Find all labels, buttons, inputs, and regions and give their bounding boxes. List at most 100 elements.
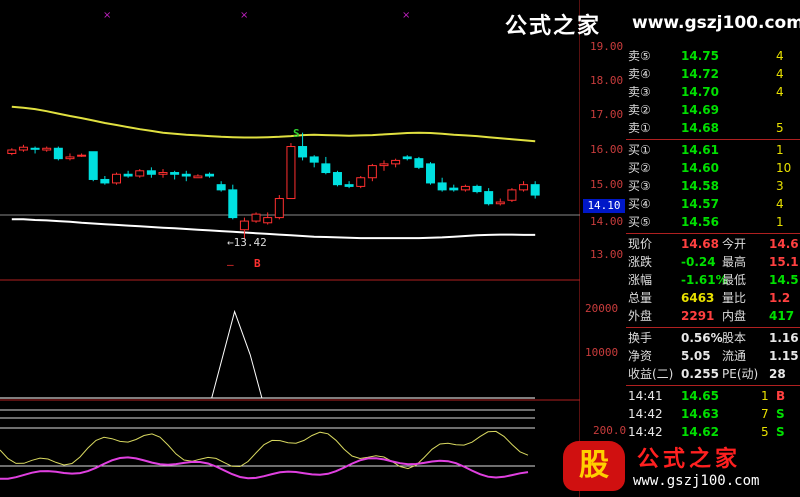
ma-lower-line bbox=[11, 218, 536, 240]
bid-volume: 1 bbox=[776, 143, 784, 157]
stats-value: 28 bbox=[769, 367, 786, 381]
price-axis-label: 14.00 bbox=[590, 215, 624, 228]
watermark-url: www.gszj100.com bbox=[633, 473, 760, 489]
volume-line bbox=[0, 309, 535, 399]
kline-chart[interactable]: × × × bbox=[0, 0, 580, 497]
candle-body bbox=[263, 217, 273, 224]
stats-value: 0.255 bbox=[681, 367, 719, 381]
tick-side: S bbox=[776, 407, 785, 421]
ask-label: 卖③ bbox=[628, 85, 651, 99]
candle-body bbox=[18, 146, 28, 151]
bid-volume: 1 bbox=[776, 215, 784, 229]
candle-body bbox=[332, 172, 342, 186]
quote-panel: 卖⑤ 14.75 4 卖④ 14.72 4 卖③ 14.70 4 卖② 14.6… bbox=[626, 46, 800, 497]
low-price-value: 13.42 bbox=[233, 236, 267, 249]
bid-volume: 4 bbox=[776, 197, 784, 211]
quote-value: 14.5 bbox=[769, 273, 799, 287]
watermark-title: 公式之家 bbox=[637, 446, 742, 472]
quote-value: -1.61% bbox=[681, 273, 728, 287]
bid-volume: 10 bbox=[776, 161, 792, 175]
candle-body bbox=[321, 163, 331, 174]
candle-body bbox=[146, 170, 156, 175]
tick-time: 14:41 bbox=[628, 389, 663, 403]
quote-value: 15.1 bbox=[769, 255, 799, 269]
candle-body bbox=[239, 220, 249, 231]
quote-value: 14.68 bbox=[681, 237, 719, 251]
quote-value: -0.24 bbox=[681, 255, 716, 269]
quote-key: 量比 bbox=[722, 291, 747, 305]
quote-key: 最低 bbox=[722, 273, 747, 287]
candle-body bbox=[7, 149, 17, 154]
candle-body bbox=[193, 175, 203, 179]
stats-value: 5.05 bbox=[681, 349, 711, 363]
marker-dot-icon: × bbox=[103, 10, 111, 21]
divider bbox=[626, 385, 800, 386]
tick-volume: 1 bbox=[761, 389, 769, 403]
kline-chart-area[interactable]: × × × bbox=[0, 0, 580, 497]
ask-volume: 4 bbox=[776, 67, 784, 81]
quote-value: 2291 bbox=[681, 309, 715, 323]
candle-body bbox=[356, 177, 366, 187]
candle-body bbox=[77, 154, 87, 157]
candle-body bbox=[507, 189, 517, 201]
stats-key: 净资 bbox=[628, 349, 653, 363]
divider bbox=[626, 233, 800, 234]
stats-key: 流通 bbox=[722, 349, 747, 363]
tick-price: 14.63 bbox=[681, 407, 719, 421]
candle-body bbox=[286, 146, 296, 200]
watermark-bottom: 股 公式之家 www.gszj100.com bbox=[555, 435, 800, 497]
stats-key: 换手 bbox=[628, 331, 653, 345]
candle-body bbox=[53, 147, 63, 160]
bid-label: 买③ bbox=[628, 179, 651, 193]
ask-label: 卖④ bbox=[628, 67, 651, 81]
candle-body bbox=[437, 182, 447, 191]
quote-value: 14.6 bbox=[769, 237, 799, 251]
quote-key: 内盘 bbox=[722, 309, 747, 323]
price-axis-label: 17.00 bbox=[590, 108, 624, 121]
price-axis-label: 15.00 bbox=[590, 178, 624, 191]
candle-body bbox=[298, 146, 308, 158]
candle-body bbox=[309, 156, 319, 163]
stats-value: 1.16 bbox=[769, 331, 799, 345]
ask-volume: 5 bbox=[776, 121, 784, 135]
marker-dot-icon: × bbox=[402, 10, 410, 21]
candle-body bbox=[205, 173, 215, 177]
candle-body bbox=[251, 213, 261, 222]
quote-value: 1.2 bbox=[769, 291, 791, 305]
candle-body bbox=[519, 184, 529, 191]
price-axis-label: 13.00 bbox=[590, 248, 624, 261]
candle-body bbox=[123, 173, 133, 177]
watermark-title: 公式之家 bbox=[505, 13, 602, 39]
tick-side: B bbox=[776, 389, 786, 403]
quote-key: 涨跌 bbox=[628, 255, 653, 269]
candle-body bbox=[88, 151, 98, 180]
watermark-top: 公式之家 www.gszj100.com bbox=[495, 4, 800, 42]
stats-key: PE(动) bbox=[722, 367, 759, 381]
candle-body bbox=[65, 156, 75, 160]
marker-dot-icon: × bbox=[240, 10, 248, 21]
bid-price: 14.60 bbox=[681, 161, 719, 175]
quote-key: 总量 bbox=[628, 291, 653, 305]
indicator-line-d bbox=[0, 456, 529, 480]
watermark-url: www.gszj100.com bbox=[632, 13, 800, 33]
volume-axis-label: 10000 bbox=[585, 346, 619, 359]
candle-body bbox=[216, 184, 226, 191]
candle-body bbox=[367, 165, 377, 179]
stock-badge-icon: 股 bbox=[563, 441, 625, 491]
divider bbox=[626, 327, 800, 328]
sell-signal-marker: S bbox=[293, 127, 300, 140]
candle-body bbox=[426, 163, 436, 184]
candle-body bbox=[100, 178, 110, 184]
buy-signal-marker: B bbox=[254, 257, 261, 270]
candle-body bbox=[460, 185, 470, 191]
bid-price: 14.56 bbox=[681, 215, 719, 229]
candle-body bbox=[530, 184, 540, 196]
volume-axis-label: 20000 bbox=[585, 302, 619, 315]
candle-body bbox=[484, 191, 494, 205]
indicator-line-k bbox=[0, 430, 529, 470]
quote-value: 417 bbox=[769, 309, 795, 323]
bid-label: 买② bbox=[628, 161, 651, 175]
candle-body bbox=[414, 158, 424, 168]
candle-body bbox=[42, 147, 52, 151]
candle-body bbox=[111, 173, 121, 184]
